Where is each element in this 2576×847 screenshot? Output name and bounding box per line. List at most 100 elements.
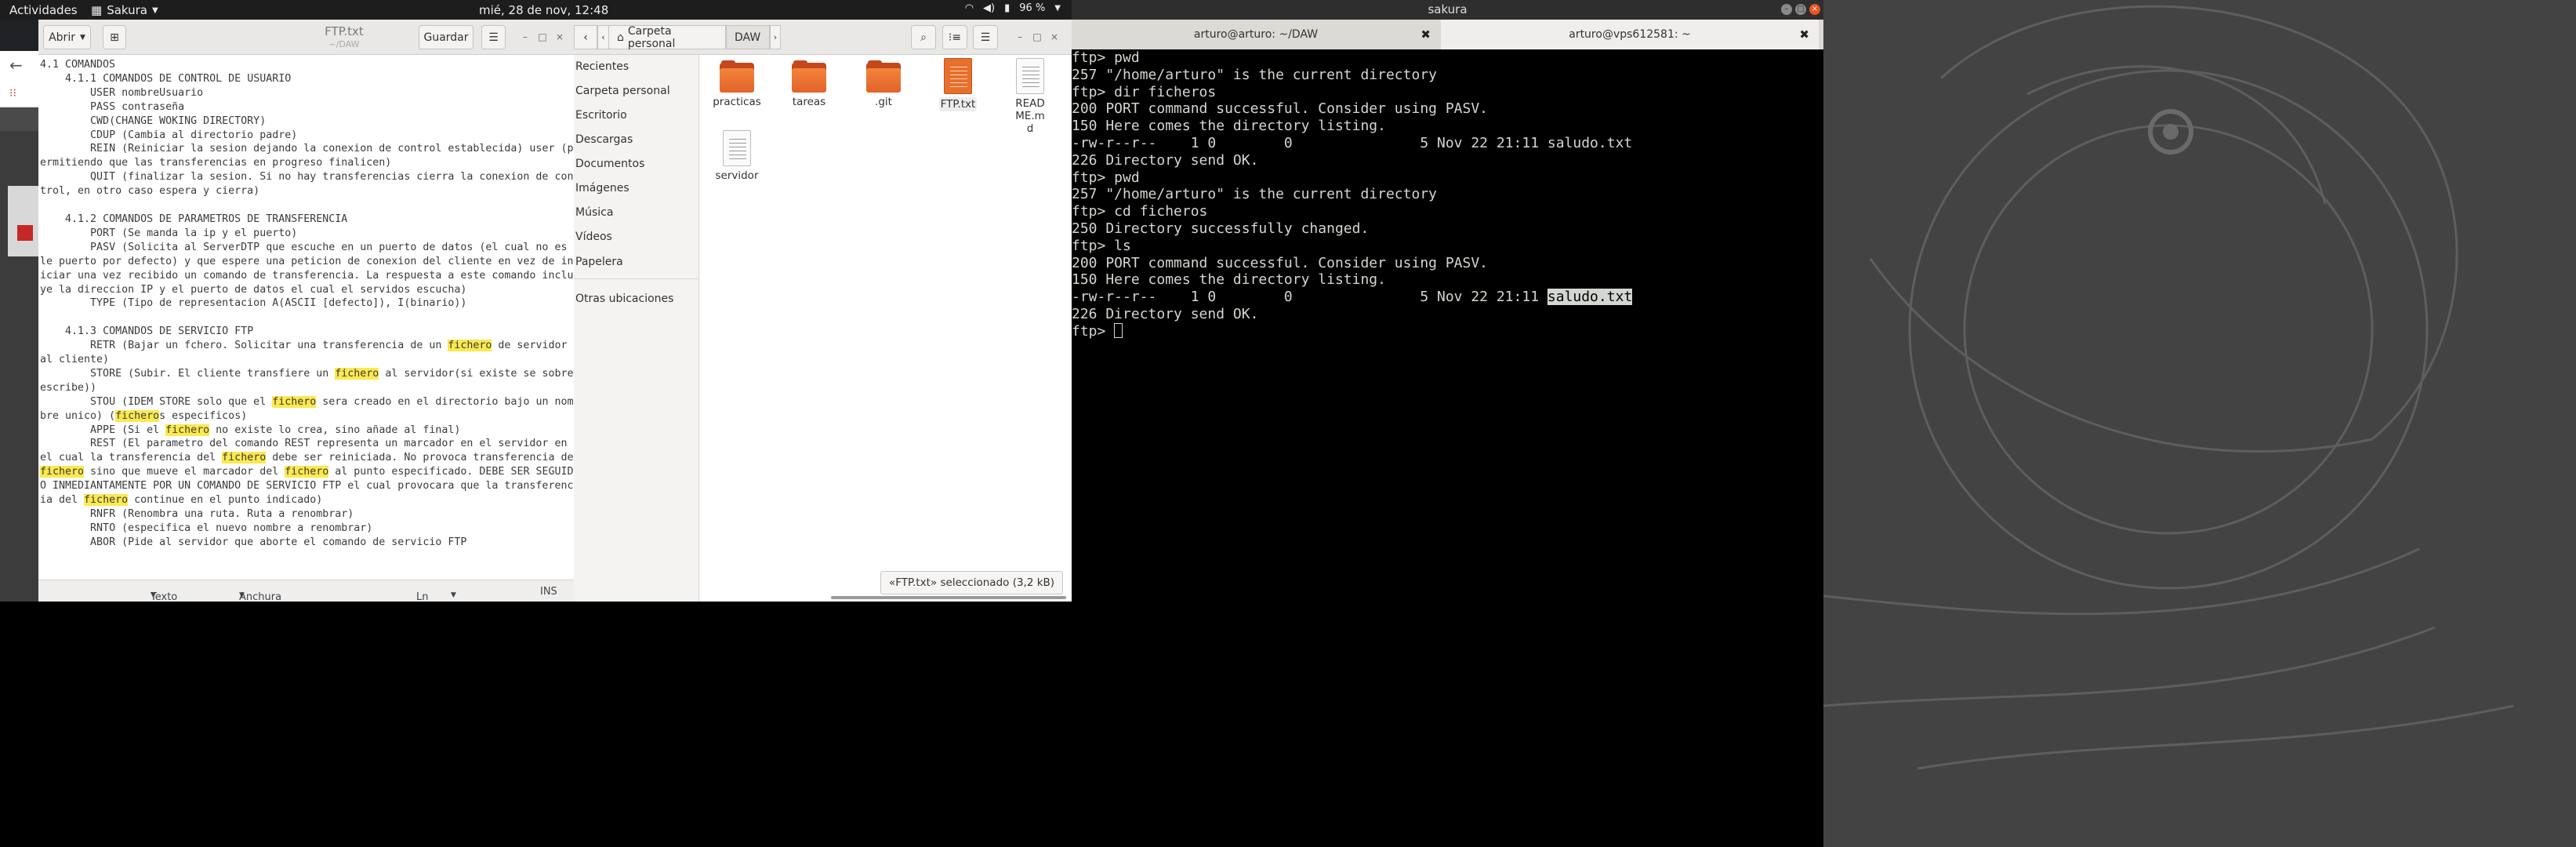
text-file-icon xyxy=(944,58,972,94)
insert-mode: INS xyxy=(540,586,557,598)
close-icon[interactable]: × xyxy=(553,30,567,44)
activities-button[interactable]: Actividades xyxy=(9,3,78,17)
editor-line: RNFR (Renombra una ruta. Ruta a renombra… xyxy=(40,508,354,520)
minimize-icon[interactable]: – xyxy=(1013,30,1027,44)
editor-line: 4.1.3 COMANDOS DE SERVICIO FTP xyxy=(40,325,254,338)
system-tray[interactable]: ◠ ◀) ▮ 96 % ▼ xyxy=(965,2,1061,14)
sidebar-item-trash[interactable]: Papelera xyxy=(574,250,699,274)
editor-line: APPE (Si el fichero no existe lo crea, s… xyxy=(40,424,461,436)
search-highlight: fichero xyxy=(84,494,129,507)
apps-grid-icon[interactable]: ⁝⁝ xyxy=(9,87,16,100)
file-item-folder[interactable]: practicas xyxy=(700,60,774,108)
folder-icon xyxy=(866,60,901,93)
close-tab-icon[interactable]: ✖ xyxy=(1420,20,1431,49)
nav-next-button[interactable]: › xyxy=(770,25,781,49)
selection-status: «FTP.txt» seleccionado (3,2 kB) xyxy=(880,571,1064,594)
sidebar-item-other-locations[interactable]: Otras ubicaciones xyxy=(574,287,699,311)
folder-icon xyxy=(720,60,754,93)
maximize-icon[interactable]: □ xyxy=(535,30,550,44)
maximize-icon[interactable]: □ xyxy=(1795,4,1806,15)
top-bar: Actividades ▦ Sakura ▼ mié, 28 de nov, 1… xyxy=(0,0,1072,20)
search-icon: ⌕ xyxy=(920,31,927,44)
files-menu-button[interactable]: ☰ xyxy=(973,25,998,49)
breadcrumb-home[interactable]: ⌂ Carpeta personal xyxy=(608,24,726,50)
editor-line: REST (El parametro del comando REST repr… xyxy=(40,438,574,507)
save-button[interactable]: Guardar xyxy=(419,25,473,49)
terminal-line: ftp> pwd xyxy=(1072,169,1140,186)
text-editor-area[interactable]: 4.1 COMANDOS 4.1.1 COMANDOS DE CONTROL D… xyxy=(38,55,574,604)
gedit-statusbar: Texto plano ▼ Anchura del tabulador: 8 ▼… xyxy=(38,580,574,638)
editor-line: PORT (Se manda la ip y el puerto) xyxy=(40,227,298,239)
app-menu-label: Sakura xyxy=(107,3,147,17)
clock[interactable]: mié, 28 de nov, 12:48 xyxy=(479,3,608,17)
document-title: FTP.txt xyxy=(325,24,364,38)
browser-bookmarks-bar: ⁝⁝ xyxy=(0,82,38,107)
back-arrow-icon[interactable]: ← xyxy=(9,56,23,75)
maximize-icon[interactable]: □ xyxy=(1030,30,1044,44)
terminal-cursor xyxy=(1114,322,1123,338)
minimize-icon[interactable]: – xyxy=(518,30,532,44)
terminal-line: 200 PORT command successful. Consider us… xyxy=(1072,254,1489,271)
sidebar-item-documents[interactable]: Documentos xyxy=(574,152,699,176)
sidebar-item-videos[interactable]: Vídeos xyxy=(574,225,699,249)
breadcrumb-home-label: Carpeta personal xyxy=(627,24,676,50)
app-menu[interactable]: ▦ Sakura ▼ xyxy=(91,3,158,17)
file-name: .git xyxy=(875,96,892,108)
files-scrollbar[interactable] xyxy=(831,596,1066,599)
breadcrumb-current-label: DAW xyxy=(735,31,761,44)
desktop-background xyxy=(0,602,1072,847)
terminal-line: ftp> dir ficheros xyxy=(1072,83,1217,100)
editor-line: PASS contraseña xyxy=(40,100,185,113)
search-button[interactable]: ⌕ xyxy=(911,25,936,49)
close-icon[interactable]: × xyxy=(1047,30,1061,44)
close-tab-icon[interactable]: ✖ xyxy=(1799,20,1809,49)
terminal-output[interactable]: ftp> pwd 257 "/home/arturo" is the curren… xyxy=(1072,49,1823,602)
file-item-selected[interactable]: FTP.txt xyxy=(921,58,995,111)
tab-label: arturo@arturo: ~/DAW xyxy=(1193,28,1319,41)
file-item-folder[interactable]: tareas xyxy=(772,60,846,108)
terminal-line: ftp> ls xyxy=(1072,237,1131,254)
page-red-badge xyxy=(17,225,33,241)
editor-line: STOU (IDEM STORE solo que el fichero ser… xyxy=(40,395,574,422)
open-button[interactable]: Abrir ▼ xyxy=(43,25,91,49)
file-item-folder[interactable]: .git xyxy=(847,60,920,108)
file-name: servidor xyxy=(715,169,759,182)
terminal-tab-2[interactable]: arturo@vps612581: ~ ✖ xyxy=(1441,20,1819,49)
search-highlight: fichero xyxy=(115,409,160,422)
save-button-label: Guardar xyxy=(423,31,469,44)
hamburger-menu-button[interactable]: ☰ xyxy=(481,25,506,49)
caret-down-icon: ▼ xyxy=(151,591,156,599)
new-tab-button[interactable]: ⊞ xyxy=(103,25,126,49)
battery-icon: ▮ xyxy=(1004,2,1010,14)
editor-line: REIN (Reiniciar la sesion dejando la con… xyxy=(40,143,574,169)
file-item-text[interactable]: README.md xyxy=(993,58,1067,135)
browser-window-fragment: ← ⁝⁝ xyxy=(0,20,38,602)
nav-prev-button[interactable]: ‹ xyxy=(597,25,608,49)
editor-line: 4.1 COMANDOS xyxy=(40,59,116,71)
terminal-tab-1[interactable]: arturo@arturo: ~/DAW ✖ xyxy=(1072,20,1440,49)
close-icon[interactable]: × xyxy=(1809,4,1820,15)
breadcrumb-current[interactable]: DAW xyxy=(726,25,770,49)
gedit-window: Abrir ▼ ⊞ FTP.txt ~/DAW Guardar ☰ – □ × … xyxy=(38,20,574,638)
sidebar-separator xyxy=(574,278,699,279)
back-button[interactable]: ‹ xyxy=(574,25,597,49)
sidebar-item-home[interactable]: Carpeta personal xyxy=(574,79,699,103)
sidebar-item-pictures[interactable]: Imágenes xyxy=(574,176,699,200)
minimize-icon[interactable]: – xyxy=(1781,4,1792,15)
editor-line: CWD(CHANGE WOKING DIRECTORY) xyxy=(40,115,267,127)
text-file-icon xyxy=(723,130,751,166)
files-header-bar: ‹ ‹ ⌂ Carpeta personal DAW › ⌕ ⁝≡ ☰ – □ … xyxy=(574,20,1072,55)
sakura-terminal-window: sakura – □ × arturo@arturo: ~/DAW ✖ artu… xyxy=(1072,0,1823,602)
new-document-icon: ⊞ xyxy=(110,31,119,44)
view-options-button[interactable]: ⁝≡ xyxy=(942,25,967,49)
page-header-strip xyxy=(0,107,38,131)
sidebar-item-music[interactable]: Música xyxy=(574,201,699,224)
tab-label: arturo@vps612581: ~ xyxy=(1569,28,1691,41)
terminal-line: ftp> xyxy=(1072,322,1823,340)
sidebar-item-recent[interactable]: Recientes xyxy=(574,55,699,78)
sidebar-item-desktop[interactable]: Escritorio xyxy=(574,104,699,127)
terminal-line: 226 Directory send OK. xyxy=(1072,151,1259,169)
file-item-text[interactable]: servidor xyxy=(700,130,774,182)
terminal-line: 257 "/home/arturo" is the current direct… xyxy=(1072,186,1437,203)
sidebar-item-downloads[interactable]: Descargas xyxy=(574,128,699,151)
